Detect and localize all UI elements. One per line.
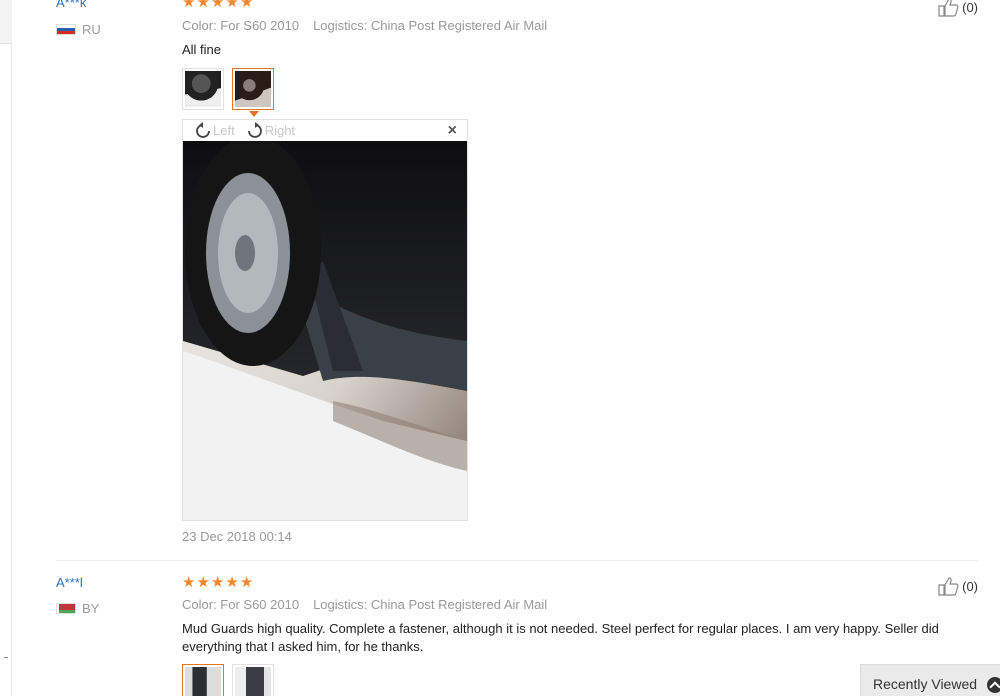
ru-flag-icon <box>56 24 76 35</box>
selected-indicator <box>249 111 259 117</box>
star-icon: ★ <box>239 0 254 11</box>
left-rail <box>0 0 12 696</box>
car-wheel-photo <box>183 141 467 520</box>
rotate-left-button[interactable]: Left <box>193 121 235 141</box>
recently-viewed-label: Recently Viewed <box>873 676 978 692</box>
star-icon: ★ <box>210 574 225 591</box>
helpful-button[interactable]: (0) <box>938 0 978 17</box>
rotate-left-label: Left <box>213 123 235 138</box>
star-icon: ★ <box>210 0 225 11</box>
photo-thumbnail-selected[interactable] <box>232 68 274 117</box>
review-text: Mud Guards high quality. Complete a fast… <box>182 621 939 654</box>
star-icon: ★ <box>182 574 196 591</box>
left-rail-top <box>0 0 12 44</box>
review-photo-large <box>183 141 467 520</box>
star-rating: ★ ★ ★ ★ ★ <box>182 0 253 10</box>
close-viewer-button[interactable]: × <box>448 122 457 140</box>
star-rating: ★ ★ ★ ★ ★ <box>182 575 253 590</box>
reviewer-name[interactable]: A***l <box>56 575 83 590</box>
order-info: Color: For S60 2010 Logistics: China Post… <box>182 597 547 612</box>
photo-thumbnail[interactable] <box>182 68 224 110</box>
review-text: All fine <box>182 42 222 57</box>
thumbs-up-icon <box>938 577 959 596</box>
logistics-info: Logistics: China Post Registered Air Mai… <box>313 597 548 612</box>
reviewer-name[interactable]: A***k <box>56 0 86 10</box>
rotate-left-icon <box>196 121 210 138</box>
rotate-right-button[interactable]: Right <box>245 121 295 141</box>
star-icon: ★ <box>196 574 210 591</box>
helpful-count: (0) <box>962 0 978 15</box>
review-photos <box>182 664 274 696</box>
country-code: BY <box>82 601 100 616</box>
photo-thumbnail[interactable] <box>232 664 274 696</box>
star-icon: ★ <box>196 0 210 11</box>
recently-viewed-tab[interactable]: Recently Viewed <box>860 664 1000 696</box>
star-icon: ★ <box>239 574 254 591</box>
chevron-up-icon <box>987 677 1000 693</box>
review-photos <box>182 68 274 117</box>
star-icon: ★ <box>225 574 239 591</box>
reviewer-country: RU <box>56 22 101 37</box>
reviewer-country: BY <box>56 601 99 616</box>
order-info: Color: For S60 2010 Logistics: China Post… <box>182 18 547 33</box>
star-icon: ★ <box>182 0 196 11</box>
viewer-toolbar: Left Right × <box>183 120 467 141</box>
by-flag-icon <box>56 603 76 614</box>
review-item: A***l BY ★ ★ ★ ★ ★ (0) Color: For S60 20… <box>56 574 978 696</box>
rotate-right-icon <box>247 121 262 138</box>
photo-viewer: Left Right × <box>182 119 468 521</box>
review-divider <box>56 560 978 561</box>
review-date: 23 Dec 2018 00:14 <box>182 529 292 544</box>
helpful-button[interactable]: (0) <box>938 576 978 596</box>
thumbs-up-icon <box>938 0 959 17</box>
photo-thumbnail[interactable] <box>182 664 224 696</box>
star-icon: ★ <box>225 0 239 11</box>
review-item: A***k RU ★ ★ ★ ★ ★ (0) Color: For S60 20… <box>56 0 978 561</box>
left-rail-marker <box>4 657 8 658</box>
helpful-count: (0) <box>962 578 978 594</box>
logistics-info: Logistics: China Post Registered Air Mai… <box>313 18 548 33</box>
rotate-right-label: Right <box>264 123 296 138</box>
color-info: Color: For S60 2010 <box>182 597 300 612</box>
country-code: RU <box>82 22 101 37</box>
color-info: Color: For S60 2010 <box>182 18 300 33</box>
